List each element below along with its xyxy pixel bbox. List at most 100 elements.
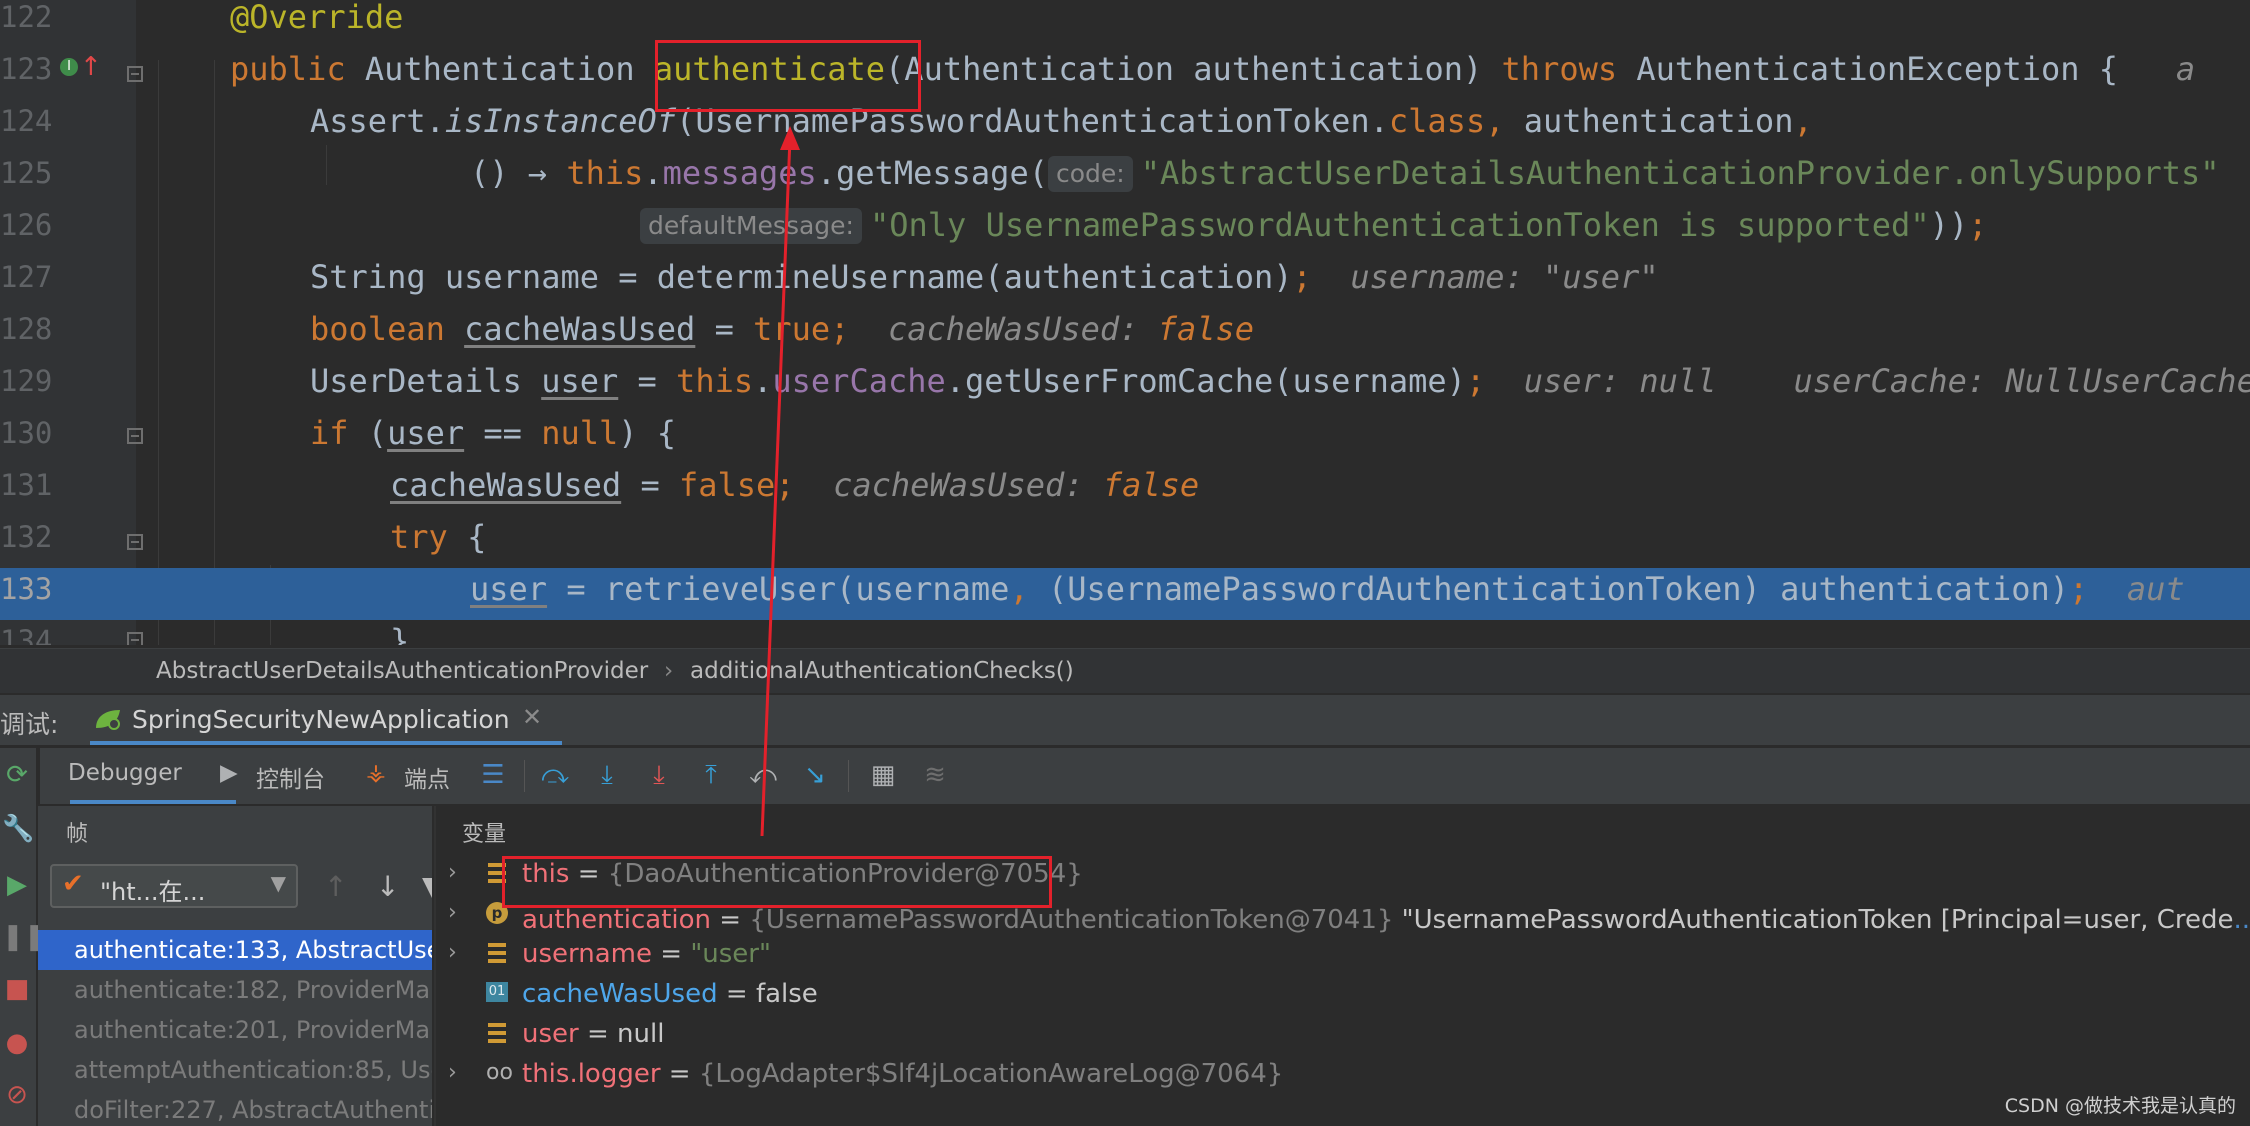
code-token: , <box>1793 102 1813 140</box>
code-line[interactable]: 123 public Authentication authenticate(Au… <box>0 48 2250 100</box>
breadcrumb-method[interactable]: additionalAuthenticationChecks() <box>690 658 1074 684</box>
variable-row[interactable]: user = null <box>436 1014 2250 1054</box>
variable-name: username <box>522 939 652 969</box>
code-line[interactable]: 130 if (user == null) { <box>0 412 2250 464</box>
step-over-icon[interactable]: ⤼ <box>538 758 572 792</box>
fold-marker-icon[interactable] <box>127 632 143 645</box>
debugger-toolbar: Debugger ▶ 控制台 ⚶ 端点 ☰ ⤼ ⤓ ⤓ ⤒ ⤺ ↘ ▦ ≋ <box>40 748 2250 804</box>
code-token: throws <box>1501 50 1637 88</box>
line-number[interactable]: 134 <box>0 620 52 645</box>
code-line[interactable]: 127 String username = determineUsername(a… <box>0 256 2250 308</box>
wrench-icon[interactable]: 🔧 <box>2 814 34 844</box>
line-number[interactable]: 123 <box>0 48 52 100</box>
code-token: null <box>541 414 619 452</box>
code-token: cacheWasUsed <box>390 466 622 504</box>
drop-frame-icon[interactable]: ⤺ <box>746 758 780 792</box>
resume-icon[interactable]: ▶ <box>2 870 32 900</box>
frame-label: doFilter:227, AbstractAuthenticationProc… <box>74 1096 432 1124</box>
variable-text: username = "user" <box>522 939 771 969</box>
expand-chevron-icon[interactable]: › <box>448 1060 457 1085</box>
force-step-into-icon[interactable]: ⤓ <box>642 758 676 792</box>
code-line-current[interactable]: 133 user = retrieveUser(username, (Userna… <box>0 568 2250 620</box>
variable-value: false <box>755 979 818 1009</box>
frame-item[interactable]: doFilter:227, AbstractAuthenticationProc… <box>38 1090 432 1126</box>
code-token: "AbstractUserDetailsAuthenticationProvid… <box>1140 154 2220 192</box>
code-line[interactable]: 125 () → this.messages.getMessage(code: "A… <box>0 152 2250 204</box>
show-execution-point-icon[interactable]: ☰ <box>476 758 510 792</box>
frame-item[interactable]: authenticate:133, AbstractUserDetailsAut… <box>38 930 432 970</box>
code-line[interactable]: 126 defaultMessage: "Only UsernamePassword… <box>0 204 2250 256</box>
code-token: false <box>1102 466 1200 504</box>
view-breakpoints-icon[interactable]: ● <box>2 1028 32 1058</box>
line-number[interactable]: 131 <box>0 464 52 516</box>
thread-selector[interactable]: ✔ "ht...在... ▼ <box>50 864 298 908</box>
run-to-cursor-icon[interactable]: ↘ <box>798 758 832 792</box>
code-token: user <box>541 362 619 400</box>
rerun-icon[interactable]: ⟳ <box>2 760 32 790</box>
line-number[interactable]: 127 <box>0 256 52 308</box>
code-token: ; <box>1465 362 1486 400</box>
implementation-marker-icon[interactable]: I <box>60 58 78 76</box>
fold-marker-icon[interactable] <box>127 534 143 550</box>
frame-item[interactable]: authenticate:182, ProviderManager <box>38 970 432 1010</box>
code-line[interactable]: 124 Assert.isInstanceOf(UsernamePasswordA… <box>0 100 2250 152</box>
code-token: user <box>470 570 548 608</box>
variable-row[interactable]: 01 cacheWasUsed = false <box>436 974 2250 1014</box>
line-number[interactable]: 130 <box>0 412 52 464</box>
arrow-up-icon[interactable]: ↑ <box>324 870 347 903</box>
expand-chevron-icon[interactable]: › <box>448 900 457 925</box>
code-line[interactable]: 122 @Override <box>0 0 2250 48</box>
expand-chevron-icon[interactable]: › <box>448 860 457 885</box>
line-number[interactable]: 129 <box>0 360 52 412</box>
code-line[interactable]: 134} <box>0 620 2250 645</box>
arrow-down-icon[interactable]: ↓ <box>376 870 399 903</box>
pause-icon[interactable]: ❚❚ <box>2 922 46 952</box>
step-into-icon[interactable]: ⤓ <box>590 758 624 792</box>
checkmark-icon: ✔ <box>62 869 84 899</box>
debug-tool-window-header: 调试: SpringSecurityNewApplication ✕ <box>0 695 2250 745</box>
step-out-icon[interactable]: ⤒ <box>694 758 728 792</box>
parameter-hint: defaultMessage: <box>640 208 862 244</box>
line-number[interactable]: 125 <box>0 152 52 204</box>
breadcrumb-class[interactable]: AbstractUserDetailsAuthenticationProvide… <box>156 658 648 684</box>
code-text: @Override <box>230 0 403 48</box>
tab-endpoints[interactable]: 端点 <box>404 760 450 794</box>
line-number[interactable]: 128 <box>0 308 52 360</box>
line-number[interactable]: 126 <box>0 204 52 256</box>
code-line[interactable]: 129 UserDetails user = this.userCache.get… <box>0 360 2250 412</box>
variable-row[interactable]: › oo this.logger = {LogAdapter$Slf4jLocati… <box>436 1054 2250 1094</box>
code-token: (Authentication authentication) <box>885 50 1502 88</box>
tab-console[interactable]: 控制台 <box>256 760 325 794</box>
variable-row[interactable]: › username = "user" <box>436 934 2250 974</box>
override-up-arrow-icon[interactable]: ↑ <box>80 52 102 82</box>
fold-marker-icon[interactable] <box>127 66 143 82</box>
run-config-tab[interactable]: SpringSecurityNewApplication ✕ <box>90 695 562 745</box>
code-line[interactable]: 132 try { <box>0 516 2250 568</box>
code-token: ; <box>2069 570 2089 608</box>
close-icon[interactable]: ✕ <box>522 703 542 731</box>
variable-value: {LogAdapter$Slf4jLocationAwareLog@7064} <box>698 1059 1284 1089</box>
trace-stream-icon[interactable]: ≋ <box>918 758 952 792</box>
show-more-link[interactable]: ...(显示) <box>2233 905 2250 935</box>
frame-item[interactable]: authenticate:201, ProviderManager <box>38 1010 432 1050</box>
line-number[interactable]: 132 <box>0 516 52 568</box>
evaluate-expression-icon[interactable]: ▦ <box>866 758 900 792</box>
filter-icon[interactable]: ▼ <box>422 870 432 903</box>
tab-debugger[interactable]: Debugger <box>68 760 182 786</box>
expand-chevron-icon[interactable]: › <box>448 940 457 965</box>
mute-breakpoints-icon[interactable]: ⊘ <box>2 1080 32 1110</box>
frame-label: authenticate:201, ProviderManager <box>74 1016 432 1044</box>
code-text: user = retrieveUser(username, (UsernameP… <box>470 568 2185 620</box>
code-editor[interactable]: 122 @Override 123 public Authentication aut… <box>0 0 2250 645</box>
frame-item[interactable]: attemptAuthentication:85, UsernamePasswo… <box>38 1050 432 1090</box>
code-token: String username = determineUsername(auth… <box>310 258 1293 296</box>
code-line[interactable]: 131 cacheWasUsed = false; cacheWasUsed: f… <box>0 464 2250 516</box>
line-number[interactable]: 133 <box>0 568 52 620</box>
code-token: true <box>753 310 831 348</box>
code-line[interactable]: 128 boolean cacheWasUsed = true; cacheWas… <box>0 308 2250 360</box>
fold-marker-icon[interactable] <box>127 428 143 444</box>
stop-icon[interactable]: ■ <box>2 974 32 1004</box>
code-token: ; <box>775 466 795 504</box>
line-number[interactable]: 124 <box>0 100 52 152</box>
line-number[interactable]: 122 <box>0 0 52 48</box>
